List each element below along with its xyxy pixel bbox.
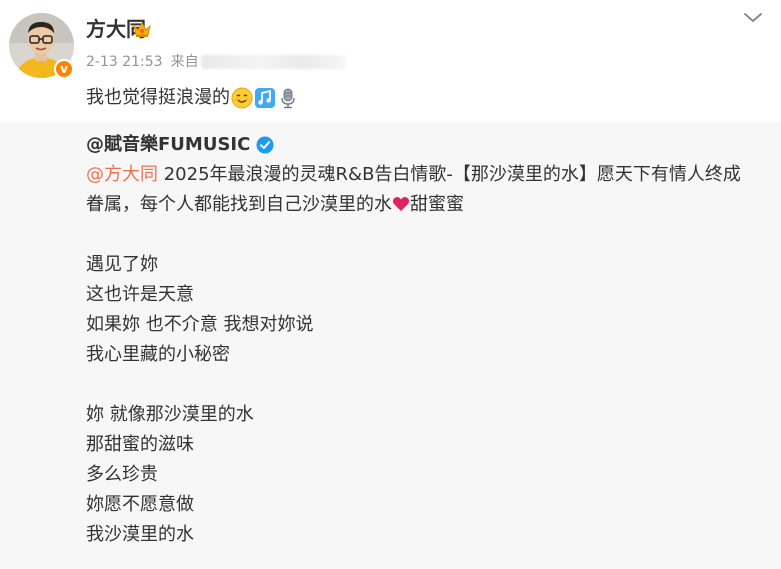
repost-body: @方大同 2025年最浪漫的灵魂R&B告白情歌-【那沙漠里的水】愿天下有情人终成… xyxy=(86,160,746,550)
weibo-post-card: v 方大同 2-13 21:53 来自 我也觉得挺浪漫的 @賦音樂FUMUSIC… xyxy=(0,0,781,569)
lyric-line: 那甜蜜的滋味 xyxy=(86,434,194,455)
lyric-line: 我心里藏的小秘密 xyxy=(86,344,230,365)
lyrics-stanza: 遇见了妳 这也许是天意 如果妳 也不介意 我想对妳说 我心里藏的小秘密 xyxy=(86,250,746,370)
post-text: 我也觉得挺浪漫的 xyxy=(86,84,299,112)
verified-badge-icon: v xyxy=(54,59,74,79)
lyrics: 遇见了妳 这也许是天意 如果妳 也不介意 我想对妳说 我心里藏的小秘密 妳 就像… xyxy=(86,250,746,550)
repost-author-name[interactable]: @賦音樂FUMUSIC xyxy=(86,132,250,158)
post-meta: 2-13 21:53 来自 xyxy=(86,52,346,72)
lyric-line: 遇见了妳 xyxy=(86,254,158,275)
verified-icon xyxy=(256,136,274,154)
heart-icon xyxy=(392,197,410,211)
post-text-content: 我也觉得挺浪漫的 xyxy=(86,87,230,108)
repost-block[interactable]: @賦音樂FUMUSIC @方大同 2025年最浪漫的灵魂R&B告白情歌-【那沙漠… xyxy=(0,122,781,569)
repost-author: @賦音樂FUMUSIC xyxy=(86,132,274,158)
repost-text-part2: 甜蜜蜜 xyxy=(410,194,464,215)
lyric-line: 我沙漠里的水 xyxy=(86,524,194,545)
music-note-icon xyxy=(255,88,275,108)
lyric-line: 妳愿不愿意做 xyxy=(86,494,194,515)
lyric-line: 这也许是天意 xyxy=(86,284,194,305)
lyric-line: 如果妳 也不介意 我想对妳说 xyxy=(86,314,314,335)
lyric-line: 妳 就像那沙漠里的水 xyxy=(86,404,254,425)
smiling-face-icon xyxy=(231,87,253,109)
lyrics-stanza: 妳 就像那沙漠里的水 那甜蜜的滋味 多么珍贵 妳愿不愿意做 我沙漠里的水 xyxy=(86,400,746,550)
crown-icon xyxy=(133,21,151,37)
post-timestamp[interactable]: 2-13 21:53 xyxy=(86,52,163,72)
mention-link[interactable]: @方大同 xyxy=(86,164,158,185)
microphone-icon xyxy=(281,88,295,109)
chevron-down-icon[interactable] xyxy=(741,8,765,28)
post-source-prefix: 来自 xyxy=(170,54,199,70)
blurred-source-name xyxy=(200,55,346,69)
lyric-line: 多么珍贵 xyxy=(86,464,158,485)
